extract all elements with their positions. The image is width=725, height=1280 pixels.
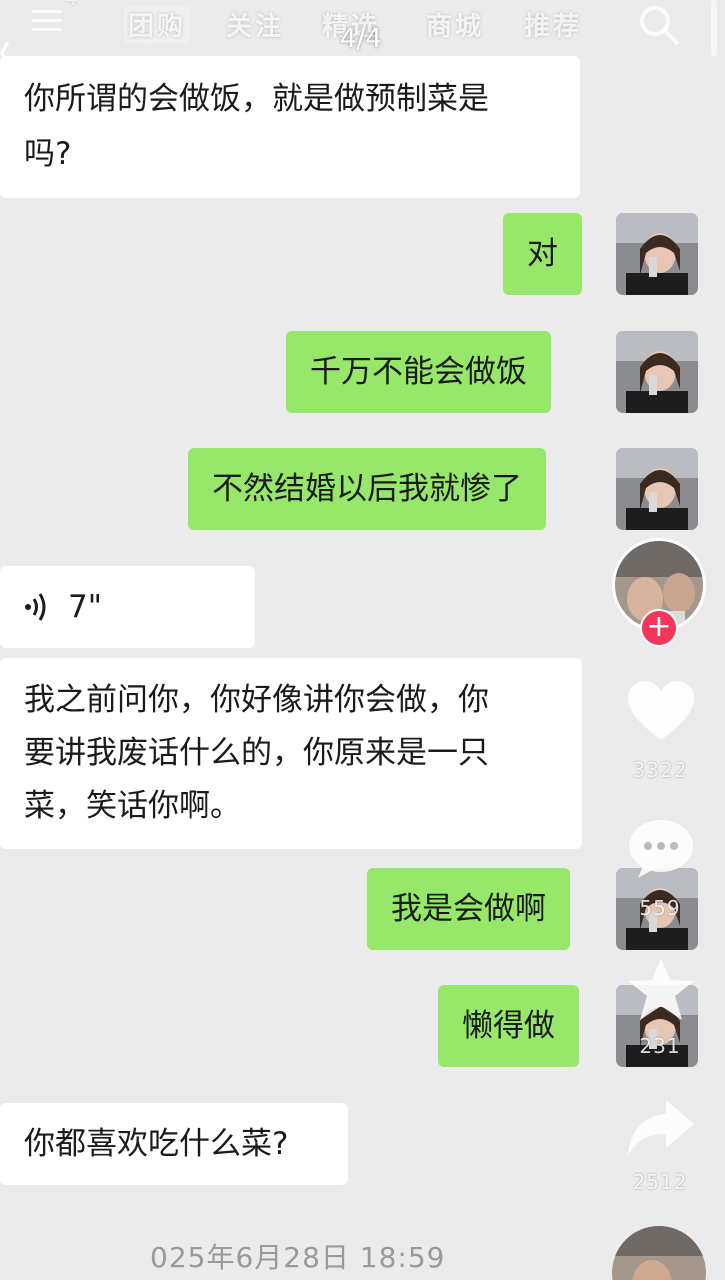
message-line: 你所谓的会做饭，就是做预制菜是 — [24, 81, 489, 117]
music-disc-icon — [612, 1226, 706, 1280]
avatar-photo-icon — [616, 331, 698, 413]
message-outgoing-2: 千万不能会做饭 — [286, 331, 551, 413]
share-icon[interactable] — [624, 1096, 698, 1162]
music-disc-avatar[interactable] — [612, 1226, 706, 1280]
follow-button[interactable]: + — [640, 609, 678, 647]
top-nav: 4 团购 关注 精选 商城 推荐 4/4 — [0, 0, 725, 54]
message-outgoing-3: 不然结婚以后我就惨了 — [188, 448, 546, 530]
avatar[interactable] — [616, 213, 698, 295]
star-icon[interactable] — [624, 956, 698, 1022]
voice-duration: 7" — [68, 589, 102, 625]
comment-icon[interactable] — [624, 816, 698, 882]
like-count: 3322 — [632, 758, 688, 782]
voice-wave-icon — [25, 593, 46, 621]
tab-mall[interactable]: 商城 — [426, 6, 484, 43]
avatar-photo-icon — [616, 213, 698, 295]
voice-message[interactable]: 7" — [0, 566, 255, 648]
message-incoming-3: 你都喜欢吃什么菜? — [0, 1103, 348, 1185]
message-outgoing-5: 懒得做 — [438, 985, 579, 1067]
search-icon[interactable] — [636, 2, 682, 48]
message-incoming-1: 你所谓的会做饭，就是做预制菜是 吗? — [0, 56, 580, 198]
menu-icon[interactable] — [32, 10, 62, 32]
tab-following[interactable]: 关注 — [226, 6, 284, 43]
message-line: 我之前问你，你好像讲你会做，你 — [24, 682, 489, 718]
avatar[interactable] — [616, 331, 698, 413]
tab-recommend[interactable]: 推荐 — [524, 6, 582, 43]
chat-timestamp: 025年6月28日 18:59 — [150, 1241, 446, 1274]
message-outgoing-1: 对 — [503, 213, 582, 295]
message-line: 菜，笑话你啊。 — [24, 788, 241, 824]
message-incoming-2: 我之前问你，你好像讲你会做，你 要讲我废话什么的，你原来是一只 菜，笑话你啊。 — [0, 658, 582, 849]
heart-icon[interactable] — [624, 678, 698, 744]
scrollbar[interactable] — [711, 0, 717, 56]
tab-group-buy[interactable]: 团购 — [124, 6, 191, 43]
avatar-photo-icon — [616, 448, 698, 530]
message-line: 要讲我废话什么的，你原来是一只 — [24, 735, 489, 771]
nav-badge: 4 — [64, 0, 80, 11]
favorite-count: 231 — [639, 1034, 681, 1058]
avatar[interactable] — [616, 448, 698, 530]
comment-count: 559 — [639, 896, 681, 920]
message-line: 吗? — [24, 136, 72, 172]
page-indicator: 4/4 — [340, 24, 382, 54]
share-count: 2512 — [632, 1170, 688, 1194]
message-outgoing-4: 我是会做啊 — [367, 868, 570, 950]
